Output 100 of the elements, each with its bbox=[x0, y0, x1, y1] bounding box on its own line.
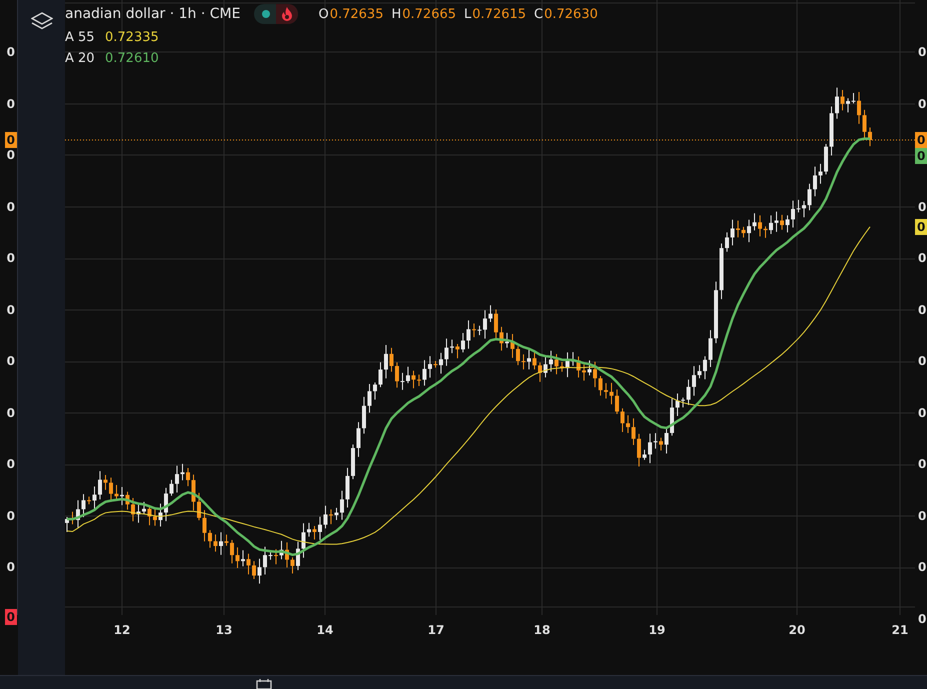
candle bbox=[384, 344, 388, 379]
candle bbox=[500, 326, 504, 352]
candle bbox=[818, 163, 822, 184]
axis-label: 0 bbox=[6, 353, 15, 369]
candle bbox=[752, 212, 756, 231]
candle bbox=[632, 418, 636, 446]
symbol-title: anadian dollar · 1h · CME bbox=[65, 6, 240, 22]
candle bbox=[197, 492, 201, 521]
calendar-icon[interactable] bbox=[256, 679, 272, 689]
candle bbox=[202, 510, 206, 542]
ohlc-value: 0.72630 bbox=[544, 6, 598, 22]
time-label: 17 bbox=[426, 623, 446, 637]
axis-label: 0 bbox=[918, 508, 926, 524]
time-label: 18 bbox=[532, 623, 552, 637]
layers-icon[interactable] bbox=[30, 12, 52, 32]
ohlc-label: H bbox=[391, 6, 402, 22]
axis-label: 0 bbox=[6, 198, 15, 214]
candle bbox=[835, 87, 839, 120]
candle bbox=[368, 384, 372, 414]
candle bbox=[192, 474, 196, 511]
candle bbox=[857, 91, 861, 124]
axis-label: 0 bbox=[6, 250, 15, 266]
candle bbox=[571, 352, 575, 366]
candle bbox=[522, 354, 526, 370]
candle bbox=[554, 354, 558, 375]
candle bbox=[334, 507, 338, 521]
price-tag: 0 bbox=[915, 148, 927, 164]
candle bbox=[703, 356, 707, 380]
candle bbox=[593, 361, 597, 388]
candle bbox=[642, 449, 646, 460]
candle bbox=[808, 183, 812, 211]
candle bbox=[126, 491, 130, 510]
axis-label: 0 bbox=[918, 44, 926, 60]
candle bbox=[868, 126, 872, 147]
candle bbox=[483, 310, 487, 340]
candle bbox=[780, 214, 784, 230]
candle bbox=[714, 281, 718, 344]
candle bbox=[87, 496, 91, 505]
candle bbox=[830, 106, 834, 156]
candle bbox=[340, 490, 344, 520]
candle bbox=[312, 526, 316, 540]
candle bbox=[241, 550, 245, 567]
candle bbox=[208, 530, 212, 548]
candle bbox=[346, 467, 350, 508]
candle bbox=[258, 558, 262, 584]
candle bbox=[400, 372, 404, 390]
candle bbox=[412, 370, 416, 389]
axis-label: 0 bbox=[918, 404, 926, 420]
candle bbox=[268, 550, 272, 560]
axis-label: 0 bbox=[6, 44, 15, 60]
candle bbox=[676, 393, 680, 416]
candle bbox=[252, 560, 256, 580]
axis-label: 0 bbox=[6, 147, 15, 163]
ohlc-label: O bbox=[318, 6, 329, 22]
candle bbox=[373, 382, 377, 400]
candle bbox=[604, 382, 608, 399]
ohlc-label: L bbox=[464, 6, 472, 22]
candle bbox=[692, 366, 696, 396]
candle bbox=[725, 232, 729, 252]
candle bbox=[148, 506, 152, 526]
candle bbox=[329, 508, 333, 525]
candle bbox=[730, 219, 734, 246]
candle bbox=[302, 522, 306, 558]
candle bbox=[164, 487, 168, 522]
candle bbox=[65, 516, 69, 532]
candle bbox=[450, 339, 454, 354]
candle bbox=[263, 546, 267, 575]
axis-label: 0 bbox=[6, 404, 15, 420]
candle bbox=[764, 226, 768, 238]
candle bbox=[114, 484, 118, 500]
status-pill[interactable] bbox=[254, 4, 298, 24]
candle bbox=[786, 214, 790, 233]
axis-label: 0 bbox=[918, 302, 926, 318]
candle bbox=[654, 432, 658, 450]
candle bbox=[670, 398, 674, 436]
indicator-value: 0.72335 bbox=[105, 30, 159, 45]
candle bbox=[686, 379, 690, 406]
candle bbox=[648, 433, 652, 464]
price-tag: 0 bbox=[4, 609, 17, 625]
candle bbox=[582, 364, 586, 382]
candle bbox=[774, 211, 778, 232]
candle bbox=[598, 375, 602, 396]
candle bbox=[576, 356, 580, 378]
time-label: 13 bbox=[214, 623, 234, 637]
price-tag: 0 bbox=[4, 132, 17, 148]
candle bbox=[538, 362, 542, 382]
axis-label: 0 bbox=[918, 353, 926, 369]
candle bbox=[434, 360, 438, 368]
candle bbox=[549, 350, 553, 372]
candle bbox=[180, 463, 184, 481]
indicator-label: A 20 bbox=[65, 51, 95, 66]
time-label: 12 bbox=[112, 623, 132, 637]
candle bbox=[626, 414, 630, 434]
price-tag: 0 bbox=[915, 218, 927, 235]
candle bbox=[527, 348, 531, 370]
candle bbox=[478, 325, 482, 336]
axis-label: 0 bbox=[6, 559, 15, 575]
candle bbox=[791, 200, 795, 228]
axis-label: 0 bbox=[6, 456, 15, 472]
candle bbox=[224, 534, 228, 546]
